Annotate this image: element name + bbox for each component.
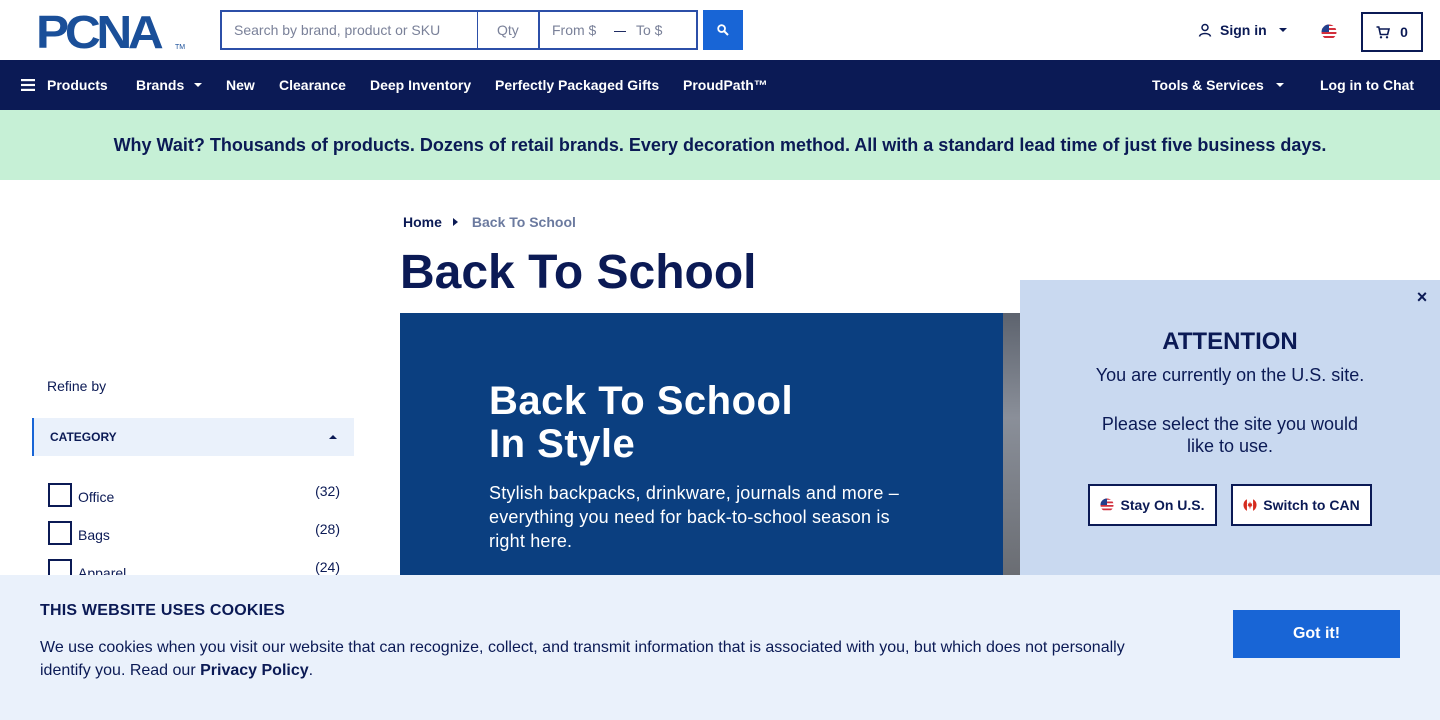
nav-new[interactable]: New	[226, 60, 255, 110]
attention-message: You are currently on the U.S. site.	[1095, 365, 1365, 385]
site-selector-modal: × ATTENTION You are currently on the U.S…	[1020, 280, 1440, 575]
chevron-down-icon	[1278, 28, 1287, 32]
sign-in-menu[interactable]: Sign in	[1198, 22, 1287, 38]
logo-trademark: TM	[175, 44, 186, 51]
attention-prompt: Please select the site you would like to…	[1101, 414, 1359, 456]
nav-brands-label: Brands	[136, 77, 185, 93]
hero-banner[interactable]: Back To School In Style Stylish backpack…	[400, 313, 1020, 575]
promo-text: Why Wait? Thousands of products. Dozens …	[113, 134, 1327, 155]
nav-products[interactable]: Products	[21, 60, 108, 110]
pcna-logo[interactable]: PCNA TM	[36, 6, 186, 58]
category-option[interactable]: Office (32)	[48, 483, 340, 507]
chevron-down-icon	[194, 83, 203, 87]
search-input[interactable]	[222, 12, 478, 48]
us-flag-icon	[1100, 498, 1115, 512]
accept-cookies-button[interactable]: Got it!	[1233, 610, 1400, 658]
top-header: PCNA TM — Sign in	[0, 0, 1440, 60]
category-checkbox[interactable]	[48, 483, 72, 507]
close-icon[interactable]: ×	[1414, 288, 1430, 306]
search-button[interactable]	[703, 10, 743, 50]
category-header-label: CATEGORY	[50, 430, 117, 444]
nav-clearance[interactable]: Clearance	[279, 60, 346, 110]
caret-up-icon	[329, 435, 337, 439]
attention-title: ATTENTION	[1162, 328, 1298, 355]
nav-proudpath[interactable]: ProudPath™	[683, 60, 768, 110]
stay-us-label: Stay On U.S.	[1120, 497, 1205, 513]
search-bar: —	[220, 10, 698, 50]
promo-banner: Why Wait? Thousands of products. Dozens …	[0, 110, 1440, 180]
nav-brands[interactable]: Brands	[136, 60, 203, 110]
cookie-banner: THIS WEBSITE USES COOKIES We use cookies…	[0, 575, 1440, 720]
hamburger-icon	[21, 79, 35, 91]
cookie-text: We use cookies when you visit our websit…	[40, 636, 1150, 682]
category-count: (24)	[315, 559, 340, 575]
logo-text: PCNA	[36, 6, 164, 58]
banner-subtitle: Stylish backpacks, drinkware, journals a…	[489, 483, 899, 551]
page-title: Back To School	[400, 246, 757, 299]
price-to-input[interactable]	[626, 12, 696, 48]
switch-can-label: Switch to CAN	[1263, 497, 1360, 513]
category-filter-header[interactable]: CATEGORY	[32, 418, 354, 456]
banner-title: Back To School In Style	[489, 380, 793, 466]
category-checkbox[interactable]	[48, 521, 72, 545]
sign-in-label: Sign in	[1220, 22, 1267, 38]
nav-tools-label: Tools & Services	[1152, 77, 1264, 93]
cart-count: 0	[1400, 24, 1408, 40]
price-range-dash: —	[614, 22, 628, 38]
category-label: Bags	[78, 527, 110, 543]
nav-login-chat[interactable]: Log in to Chat	[1320, 60, 1414, 110]
privacy-policy-link[interactable]: Privacy Policy	[200, 662, 309, 679]
refine-by-label: Refine by	[47, 378, 107, 394]
cart-icon	[1376, 25, 1391, 38]
category-count: (28)	[315, 521, 340, 537]
main-nav: Products Brands New Clearance Deep Inven…	[0, 60, 1440, 110]
caret-right-icon	[452, 218, 458, 226]
nav-tools-services[interactable]: Tools & Services	[1152, 60, 1284, 110]
switch-can-button[interactable]: Switch to CAN	[1231, 484, 1372, 526]
banner-title-line1: Back To School	[489, 379, 794, 423]
nav-gifts[interactable]: Perfectly Packaged Gifts	[495, 60, 659, 110]
nav-products-label: Products	[47, 77, 108, 93]
us-flag-icon[interactable]	[1321, 24, 1337, 45]
nav-deep-inventory[interactable]: Deep Inventory	[370, 60, 471, 110]
breadcrumb-current: Back To School	[471, 214, 576, 230]
cookie-period: .	[308, 662, 314, 679]
category-option[interactable]: Bags (28)	[48, 521, 340, 545]
stay-us-button[interactable]: Stay On U.S.	[1088, 484, 1217, 526]
search-icon	[717, 24, 729, 36]
ca-flag-icon	[1243, 498, 1257, 512]
chevron-down-icon	[1275, 83, 1284, 87]
cart-button[interactable]: 0	[1361, 12, 1423, 52]
user-icon	[1198, 23, 1212, 37]
banner-title-line2: In Style	[489, 422, 636, 466]
cookie-title: THIS WEBSITE USES COOKIES	[40, 602, 286, 619]
breadcrumb-home[interactable]: Home	[403, 214, 442, 230]
price-from-input[interactable]	[540, 12, 616, 48]
category-count: (32)	[315, 483, 340, 499]
banner-photo	[1003, 313, 1020, 575]
qty-input[interactable]	[478, 12, 540, 48]
breadcrumb: Home Back To School	[403, 214, 576, 230]
category-label: Office	[78, 489, 115, 505]
